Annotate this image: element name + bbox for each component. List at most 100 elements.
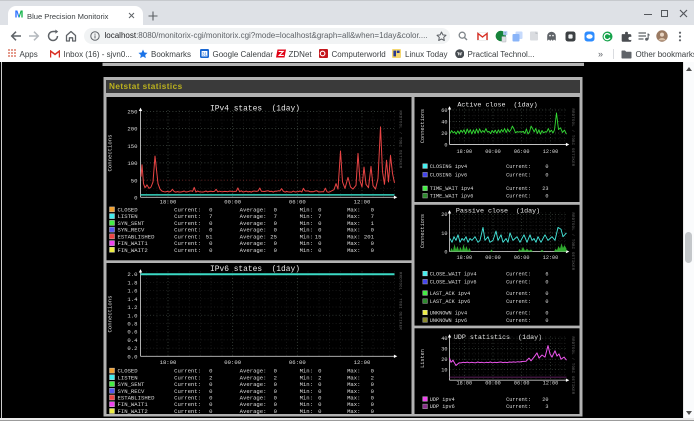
svg-text:TIME_WAIT ipv6: TIME_WAIT ipv6 (430, 194, 474, 200)
svg-text:50: 50 (131, 177, 138, 184)
svg-text:Listen: Listen (420, 349, 426, 368)
svg-text:60: 60 (441, 108, 447, 114)
svg-text:18:00: 18:00 (160, 359, 177, 366)
svg-text:Current:: Current: (506, 310, 531, 316)
svg-text:1.6: 1.6 (127, 288, 137, 295)
svg-text:23: 23 (542, 186, 548, 192)
svg-text:06:00: 06:00 (514, 380, 530, 386)
svg-text:18:00: 18:00 (457, 255, 473, 261)
svg-text:40: 40 (441, 119, 447, 125)
svg-text:30: 30 (441, 347, 447, 353)
svg-text:06:00: 06:00 (514, 149, 530, 155)
svg-text:10: 10 (441, 368, 447, 374)
svg-text:100: 100 (127, 160, 138, 167)
svg-text:1.4: 1.4 (127, 296, 138, 303)
svg-text:18:00: 18:00 (457, 380, 473, 386)
svg-text:RRDTOOL / TOBI OETIKER: RRDTOOL / TOBI OETIKER (398, 272, 403, 330)
svg-text:0: 0 (444, 249, 447, 255)
svg-text:3: 3 (545, 404, 548, 410)
svg-text:0.2: 0.2 (127, 345, 137, 352)
svg-text:Active close (1day): Active close (1day) (457, 102, 537, 110)
svg-text:20: 20 (441, 212, 447, 218)
svg-text:LAST_ACK ipv4: LAST_ACK ipv4 (430, 291, 470, 297)
svg-text:IPv6 states (1day): IPv6 states (1day) (210, 265, 300, 274)
svg-text:Min:: Min: (300, 408, 313, 415)
svg-text:12:00: 12:00 (354, 359, 371, 366)
svg-text:Current:: Current: (506, 299, 531, 305)
svg-text:Connections: Connections (107, 296, 114, 333)
svg-text:0: 0 (545, 173, 548, 179)
svg-text:CLOSING ipv6: CLOSING ipv6 (430, 173, 467, 179)
svg-text:CLOSING ipv4: CLOSING ipv4 (430, 164, 467, 170)
svg-text:2.0: 2.0 (127, 271, 138, 278)
svg-text:0.4: 0.4 (127, 337, 138, 344)
svg-text:0: 0 (545, 299, 548, 305)
svg-text:06:00: 06:00 (514, 255, 530, 261)
svg-text:Current:: Current: (506, 173, 531, 179)
svg-text:1.0: 1.0 (127, 312, 138, 319)
svg-text:00:00: 00:00 (485, 149, 501, 155)
svg-text:Current:: Current: (506, 404, 531, 410)
svg-text:UDP ipv6: UDP ipv6 (430, 404, 455, 410)
svg-text:RRDTOOL / TOBI OETIKER: RRDTOOL / TOBI OETIKER (570, 213, 575, 271)
svg-text:18:00: 18:00 (457, 149, 473, 155)
svg-text:UNKNOWN ipv4: UNKNOWN ipv4 (430, 310, 467, 316)
svg-text:00:00: 00:00 (485, 255, 501, 261)
svg-text:Connections: Connections (420, 214, 426, 248)
svg-text:12:00: 12:00 (543, 255, 559, 261)
svg-text:RRDTOOL / TOBI OETIKER: RRDTOOL / TOBI OETIKER (570, 109, 575, 167)
svg-text:Current:: Current: (174, 408, 201, 415)
svg-text:M: M (14, 9, 23, 19)
svg-text:06:00: 06:00 (289, 359, 306, 366)
svg-text:0: 0 (444, 142, 447, 148)
svg-text:250: 250 (127, 109, 138, 116)
svg-text:Current:: Current: (506, 318, 531, 324)
svg-text:20: 20 (441, 131, 447, 137)
svg-text:Current:: Current: (506, 291, 531, 297)
svg-text:Current:: Current: (174, 247, 201, 254)
svg-text:Current:: Current: (506, 164, 531, 170)
svg-text:Current:: Current: (506, 280, 531, 286)
svg-text:Netstat statistics: Netstat statistics (109, 82, 183, 91)
svg-text:12:00: 12:00 (543, 380, 559, 386)
svg-text:Max:: Max: (347, 247, 360, 254)
svg-text:IPv4 states (1day): IPv4 states (1day) (210, 104, 300, 113)
svg-text:0.0: 0.0 (127, 353, 138, 360)
svg-text:0: 0 (545, 164, 548, 170)
svg-text:0.8: 0.8 (127, 320, 137, 327)
svg-text:10: 10 (441, 231, 447, 237)
svg-text:200: 200 (127, 126, 138, 133)
svg-text:LAST_ACK ipv6: LAST_ACK ipv6 (430, 299, 470, 305)
svg-text:Average:: Average: (240, 247, 267, 254)
svg-text:20: 20 (542, 397, 548, 403)
svg-text:12:00: 12:00 (543, 149, 559, 155)
svg-text:00:00: 00:00 (485, 380, 501, 386)
svg-text:TIME_WAIT ipv4: TIME_WAIT ipv4 (430, 186, 474, 192)
svg-text:Current:: Current: (506, 397, 531, 403)
svg-text:RRDTOOL / TOBI OETIKER: RRDTOOL / TOBI OETIKER (570, 337, 575, 395)
svg-text:Min:: Min: (300, 247, 313, 254)
svg-text:CLOSE_WAIT ipv6: CLOSE_WAIT ipv6 (430, 280, 477, 286)
svg-text:12:00: 12:00 (354, 198, 371, 205)
svg-text:1.2: 1.2 (127, 304, 137, 311)
svg-text:0: 0 (545, 310, 548, 316)
svg-text:0: 0 (545, 280, 548, 286)
svg-text:Connections: Connections (107, 135, 114, 172)
svg-text:UDP ipv4: UDP ipv4 (430, 397, 455, 403)
svg-text:0: 0 (545, 318, 548, 324)
svg-text:Max:: Max: (347, 408, 360, 415)
svg-text:Current:: Current: (506, 271, 531, 277)
svg-text:06:00: 06:00 (289, 198, 306, 205)
svg-text:FIN_WAIT2: FIN_WAIT2 (118, 408, 148, 415)
svg-text:6: 6 (545, 271, 548, 277)
svg-text:00:00: 00:00 (224, 359, 241, 366)
svg-text:Current:: Current: (506, 194, 531, 200)
svg-text:Current:: Current: (506, 186, 531, 192)
svg-text:40: 40 (441, 336, 447, 342)
svg-text:1.8: 1.8 (127, 279, 137, 286)
svg-text:FIN_WAIT2: FIN_WAIT2 (118, 247, 148, 254)
svg-text:0.6: 0.6 (127, 329, 137, 336)
svg-text:00:00: 00:00 (224, 198, 241, 205)
svg-text:150: 150 (127, 143, 138, 150)
svg-text:UNKNOWN ipv6: UNKNOWN ipv6 (430, 318, 467, 324)
